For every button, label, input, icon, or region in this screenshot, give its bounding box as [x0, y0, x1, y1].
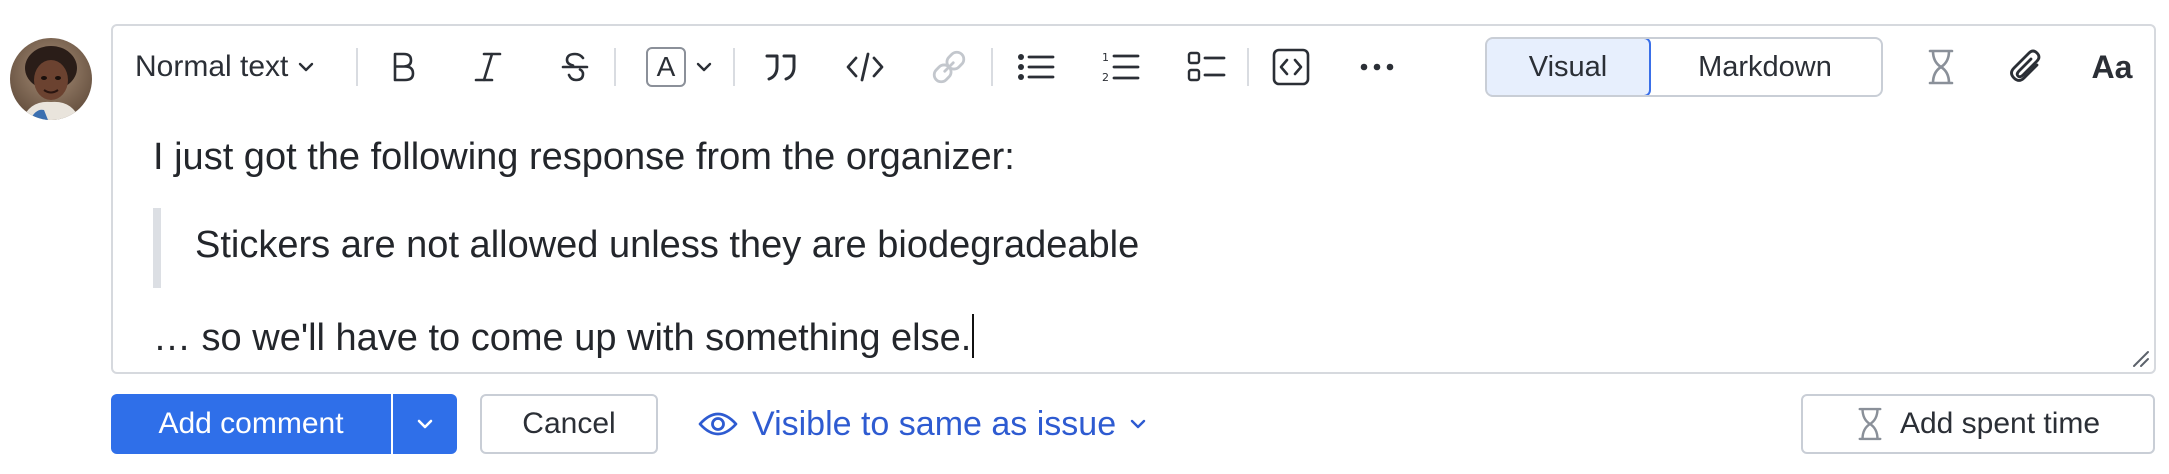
cancel-label: Cancel — [522, 407, 616, 440]
time-tracking-button[interactable] — [1916, 44, 1966, 90]
blockquote-text: Stickers are not allowed unless they are… — [195, 224, 1140, 266]
toolbar-separator — [614, 48, 616, 86]
chevron-down-icon — [417, 419, 433, 429]
markdown-mode-button[interactable]: Markdown — [1649, 39, 1881, 95]
add-comment-label: Add comment — [158, 407, 344, 440]
toolbar-separator — [733, 48, 735, 86]
text-style-dropdown[interactable]: Normal text — [135, 44, 345, 90]
visual-mode-label: Visual — [1528, 50, 1608, 83]
more-options-button[interactable] — [1347, 44, 1407, 90]
text-style-label: Normal text — [135, 50, 289, 83]
visibility-selector[interactable]: Visible to same as issue — [698, 394, 1178, 454]
checklist-button[interactable] — [1177, 44, 1237, 90]
eye-icon — [698, 412, 738, 436]
add-spent-time-label: Add spent time — [1899, 407, 2101, 440]
bullet-list-button[interactable] — [1006, 44, 1066, 90]
quote-icon — [765, 54, 796, 81]
italic-button[interactable] — [463, 44, 513, 90]
bullet-list-icon — [1018, 54, 1055, 80]
paragraph: … so we'll have to come up with somethin… — [153, 314, 975, 361]
chevron-down-icon — [1130, 419, 1146, 429]
editor-toolbar: Normal text A 1 2 Visual Markdown Aa — [113, 26, 2154, 108]
avatar — [10, 38, 92, 120]
code-block-button[interactable] — [1261, 44, 1321, 90]
bold-icon — [393, 52, 415, 82]
text-cursor — [972, 314, 975, 358]
hourglass-icon — [1928, 49, 1954, 85]
strikethrough-button[interactable] — [550, 44, 600, 90]
numbered-list-icon: 1 2 — [1102, 51, 1140, 84]
add-comment-button[interactable]: Add comment — [111, 394, 391, 454]
font-settings-button[interactable]: Aa — [2079, 44, 2145, 90]
toolbar-separator — [1247, 48, 1249, 86]
markdown-mode-label: Markdown — [1698, 50, 1832, 83]
link-button[interactable] — [919, 44, 979, 90]
comment-editor[interactable]: Normal text A 1 2 Visual Markdown Aa I j… — [111, 24, 2156, 374]
chevron-down-icon — [299, 62, 314, 72]
link-icon — [932, 50, 966, 84]
checklist-icon — [1187, 51, 1226, 82]
hourglass-icon — [1858, 407, 1882, 441]
code-icon — [846, 52, 884, 82]
text-color-letter: A — [656, 51, 676, 82]
text-color-button[interactable]: A — [634, 44, 724, 90]
svg-text:2: 2 — [1102, 71, 1109, 84]
code-block-icon — [1272, 48, 1310, 86]
toolbar-separator — [356, 48, 358, 86]
add-comment-options-button[interactable] — [393, 394, 457, 454]
strikethrough-icon — [561, 52, 589, 82]
paperclip-icon — [2010, 49, 2041, 82]
paragraph-text: … so we'll have to come up with somethin… — [153, 317, 972, 359]
resize-handle-icon[interactable] — [2128, 346, 2150, 368]
attach-button[interactable] — [1999, 44, 2055, 90]
quote-button[interactable] — [751, 44, 811, 90]
blockquote-bar — [153, 208, 161, 288]
paragraph: I just got the following response from t… — [153, 136, 1015, 178]
add-spent-time-button[interactable]: Add spent time — [1801, 394, 2155, 454]
visual-mode-button[interactable]: Visual — [1487, 39, 1651, 95]
cancel-button[interactable]: Cancel — [480, 394, 658, 454]
numbered-list-button[interactable]: 1 2 — [1091, 44, 1151, 90]
visibility-label: Visible to same as issue — [752, 404, 1117, 443]
chevron-down-icon — [696, 62, 712, 72]
code-button[interactable] — [835, 44, 895, 90]
toolbar-separator — [991, 48, 993, 86]
text-color-icon: A — [646, 47, 686, 87]
italic-icon — [474, 52, 502, 82]
editor-mode-toggle: Visual Markdown — [1485, 37, 1883, 97]
more-icon — [1360, 63, 1394, 71]
bold-button[interactable] — [378, 44, 428, 90]
font-settings-label: Aa — [2091, 48, 2133, 85]
svg-text:1: 1 — [1102, 51, 1109, 64]
